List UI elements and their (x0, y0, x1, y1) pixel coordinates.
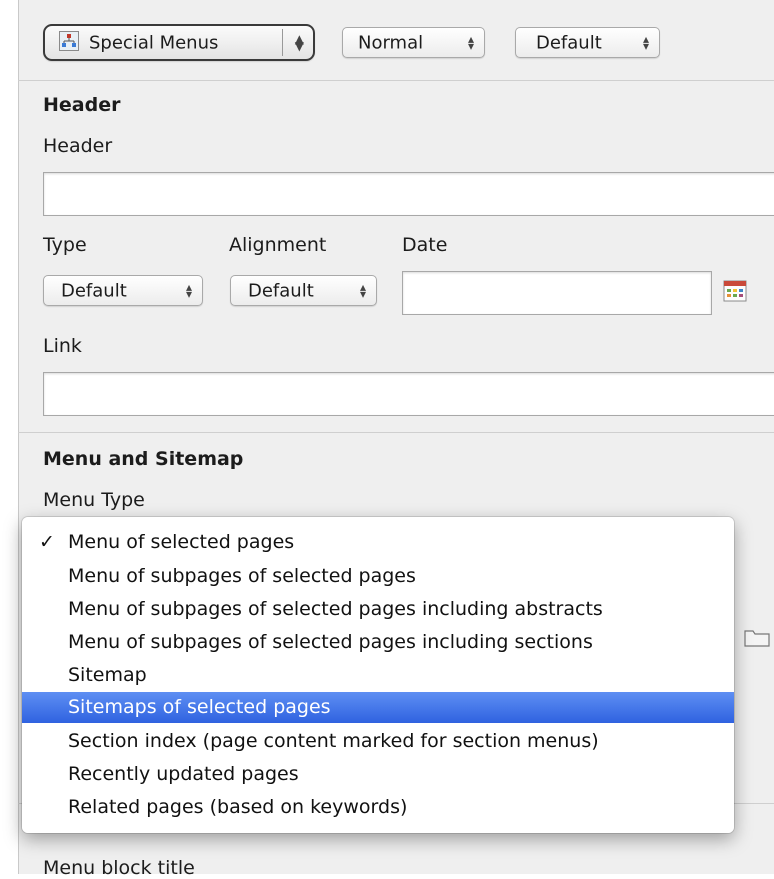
layout-select[interactable]: Normal ▴ ▾ (342, 27, 485, 58)
content-type-select[interactable]: Special Menus ▲ ▼ (43, 24, 315, 61)
checkmark-icon: ✓ (39, 531, 55, 553)
date-input[interactable] (402, 271, 712, 315)
content-type-label: Special Menus (89, 32, 219, 53)
option-label: Recently updated pages (68, 763, 299, 785)
option-label: Menu of subpages of selected pages inclu… (68, 631, 593, 653)
layout-select-label: Normal (358, 32, 424, 53)
updown-arrow-icon: ▴ ▾ (185, 279, 192, 301)
menu-type-dropdown[interactable]: ✓ Menu of selected pages Menu of subpage… (22, 517, 734, 833)
frame-select-label: Default (536, 32, 602, 53)
date-label: Date (402, 234, 448, 256)
menu-option[interactable]: Recently updated pages (22, 759, 734, 789)
option-label: Sitemap (68, 664, 147, 686)
menu-option[interactable]: Section index (page content marked for s… (22, 726, 734, 756)
option-label: Menu of selected pages (68, 531, 295, 553)
menu-block-title-label: Menu block title (43, 857, 195, 879)
menu-option-highlighted[interactable]: Sitemaps of selected pages (22, 692, 734, 723)
menu-section-title: Menu and Sitemap (43, 448, 244, 470)
header-alignment-select[interactable]: Default ▴ ▾ (230, 275, 377, 306)
menu-option[interactable]: Menu of subpages of selected pages inclu… (22, 594, 734, 624)
option-label: Sitemaps of selected pages (68, 696, 331, 718)
type-label: Type (43, 234, 87, 256)
menu-option[interactable]: Menu of subpages of selected pages (22, 561, 734, 591)
link-input[interactable] (43, 372, 774, 416)
sitemap-icon (59, 31, 79, 51)
menu-option[interactable]: ✓ Menu of selected pages (22, 527, 734, 557)
divider (18, 80, 774, 81)
option-label: Menu of subpages of selected pages (68, 565, 416, 587)
frame-select[interactable]: Default ▴ ▾ (515, 27, 660, 58)
divider (18, 432, 774, 433)
updown-arrow-icon: ▲ ▼ (294, 31, 304, 53)
option-label: Menu of subpages of selected pages inclu… (68, 598, 603, 620)
updown-arrow-icon: ▴ ▾ (642, 31, 649, 53)
link-label: Link (43, 335, 82, 357)
header-alignment-value: Default (248, 280, 314, 301)
menu-option[interactable]: Related pages (based on keywords) (22, 792, 734, 822)
option-label: Related pages (based on keywords) (68, 796, 408, 818)
header-type-value: Default (61, 280, 127, 301)
select-separator (282, 29, 283, 56)
alignment-label: Alignment (229, 234, 327, 256)
option-label: Section index (page content marked for s… (68, 730, 599, 752)
updown-arrow-icon: ▴ ▾ (359, 279, 366, 301)
header-field-label: Header (43, 135, 113, 157)
menu-option[interactable]: Sitemap (22, 660, 734, 690)
folder-icon[interactable] (743, 626, 771, 648)
updown-arrow-icon: ▴ ▾ (467, 31, 474, 53)
header-section-title: Header (43, 94, 121, 116)
menu-type-label: Menu Type (43, 489, 145, 511)
calendar-icon[interactable] (723, 280, 747, 302)
header-type-select[interactable]: Default ▴ ▾ (43, 275, 203, 306)
menu-option[interactable]: Menu of subpages of selected pages inclu… (22, 627, 734, 657)
header-input[interactable] (43, 172, 774, 216)
